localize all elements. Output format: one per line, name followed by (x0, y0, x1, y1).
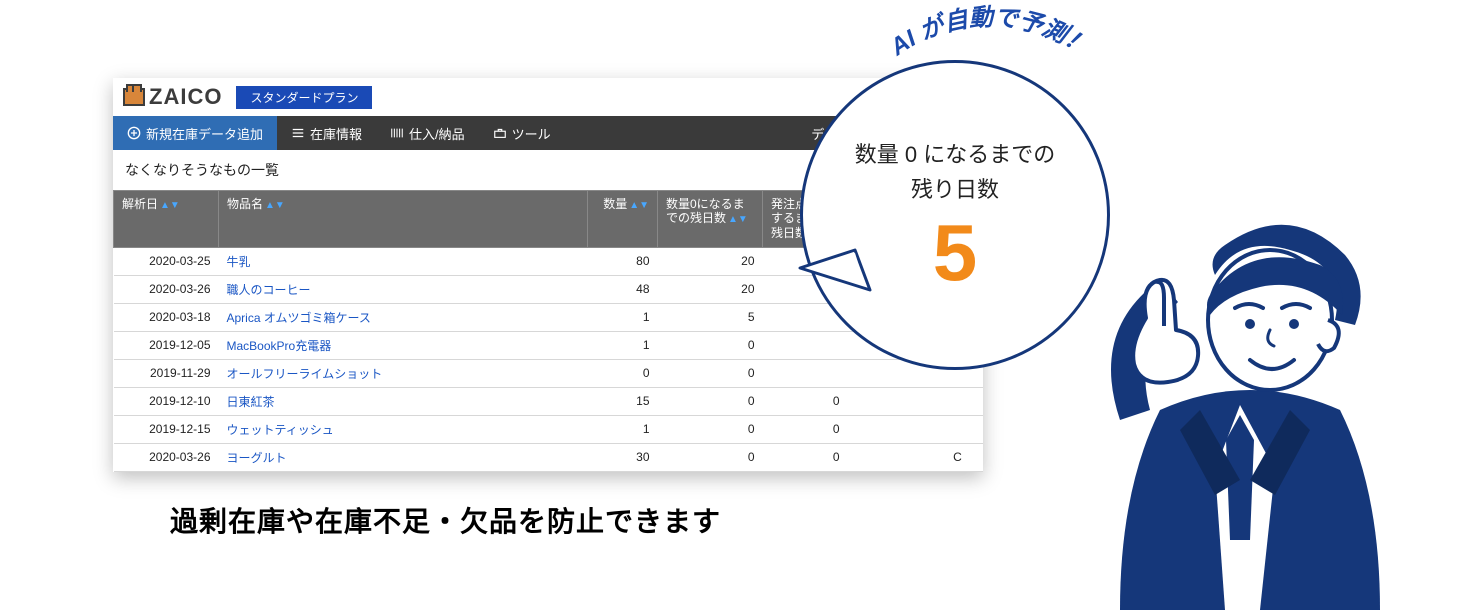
cell-qty: 1 (588, 331, 658, 359)
cell-days-zero: 0 (658, 443, 763, 471)
cell-date: 2019-11-29 (114, 359, 219, 387)
table-row: 2019-12-15ウェットティッシュ100 (114, 415, 983, 443)
cell-qty: 0 (588, 359, 658, 387)
cell-item-link[interactable]: オールフリーライムショット (219, 359, 588, 387)
cell-qty: 1 (588, 415, 658, 443)
caption: 過剰在庫や在庫不足・欠品を防止できます (170, 500, 721, 540)
cell-days-reorder: 0 (763, 415, 848, 443)
cell-days-zero: 0 (658, 387, 763, 415)
toolbox-icon (493, 126, 507, 140)
cell-qty: 15 (588, 387, 658, 415)
cell-item-link[interactable]: 職人のコーヒー (219, 275, 588, 303)
table-row: 2019-11-29オールフリーライムショット00 (114, 359, 983, 387)
cell-date: 2019-12-15 (114, 415, 219, 443)
bubble-line1: 数量 0 になるまでの (855, 137, 1055, 172)
plus-circle-icon (127, 126, 141, 140)
cell-extra2 (933, 415, 983, 443)
cell-date: 2020-03-26 (114, 443, 219, 471)
sort-icon: ▲▼ (160, 200, 180, 211)
plan-badge: スタンダードプラン (236, 86, 372, 109)
nav-label: 在庫情報 (310, 124, 362, 143)
cell-date: 2020-03-18 (114, 303, 219, 331)
cell-days-reorder (763, 359, 848, 387)
sort-icon: ▲▼ (265, 200, 285, 211)
cell-extra1 (848, 443, 933, 471)
sort-icon: ▲▼ (728, 214, 748, 225)
table-row: 2019-12-05MacBookPro充電器10 (114, 331, 983, 359)
cell-qty: 48 (588, 275, 658, 303)
nav-shipping[interactable]: 仕入/納品 (376, 116, 479, 150)
col-days-zero[interactable]: 数量0になるまでの残日数▲▼ (658, 191, 763, 248)
table-row: 2019-12-10日東紅茶1500 (114, 387, 983, 415)
bubble-number: 5 (933, 213, 978, 293)
nav-label: 新規在庫データ追加 (146, 124, 263, 143)
cell-days-zero: 0 (658, 415, 763, 443)
box-icon (123, 88, 145, 106)
nav-spacer (565, 116, 798, 150)
cell-extra2: C (933, 443, 983, 471)
cell-item-link[interactable]: MacBookPro充電器 (219, 331, 588, 359)
table-row: 2020-03-26ヨーグルト3000C (114, 443, 983, 471)
cell-extra1 (848, 387, 933, 415)
cell-item-link[interactable]: ウェットティッシュ (219, 415, 588, 443)
nav-tools[interactable]: ツール (479, 116, 565, 150)
headline-arc: AI が自動で予測！ (830, 0, 1150, 120)
list-icon (291, 126, 305, 140)
arc-text: AI が自動で予測！ (885, 4, 1095, 62)
sort-icon: ▲▼ (629, 200, 649, 211)
cell-extra1 (848, 415, 933, 443)
col-date[interactable]: 解析日▲▼ (114, 191, 219, 248)
cell-date: 2019-12-10 (114, 387, 219, 415)
businessman-illustration (1050, 210, 1430, 610)
cell-item-link[interactable]: ヨーグルト (219, 443, 588, 471)
cell-days-zero: 20 (658, 247, 763, 275)
nav-label: 仕入/納品 (409, 124, 465, 143)
cell-days-zero: 20 (658, 275, 763, 303)
nav-label: ツール (512, 124, 551, 143)
cell-days-reorder: 0 (763, 443, 848, 471)
cell-extra2 (933, 387, 983, 415)
nav-inventory-info[interactable]: 在庫情報 (277, 116, 376, 150)
cell-qty: 30 (588, 443, 658, 471)
cell-date: 2020-03-25 (114, 247, 219, 275)
cell-date: 2019-12-05 (114, 331, 219, 359)
cell-item-link[interactable]: Aprica オムツゴミ箱ケース (219, 303, 588, 331)
cell-qty: 1 (588, 303, 658, 331)
nav-add-inventory[interactable]: 新規在庫データ追加 (113, 116, 277, 150)
col-name[interactable]: 物品名▲▼ (219, 191, 588, 248)
cell-days-reorder: 0 (763, 387, 848, 415)
barcode-icon (390, 126, 404, 140)
logo-text: ZAICO (149, 84, 222, 110)
col-qty[interactable]: 数量▲▼ (588, 191, 658, 248)
cell-days-reorder (763, 331, 848, 359)
cell-days-zero: 0 (658, 359, 763, 387)
cell-item-link[interactable]: 日東紅茶 (219, 387, 588, 415)
cell-qty: 80 (588, 247, 658, 275)
bubble-line2: 残り日数 (911, 172, 999, 207)
cell-days-zero: 5 (658, 303, 763, 331)
cell-days-zero: 0 (658, 331, 763, 359)
cell-item-link[interactable]: 牛乳 (219, 247, 588, 275)
cell-date: 2020-03-26 (114, 275, 219, 303)
logo: ZAICO (123, 84, 222, 110)
